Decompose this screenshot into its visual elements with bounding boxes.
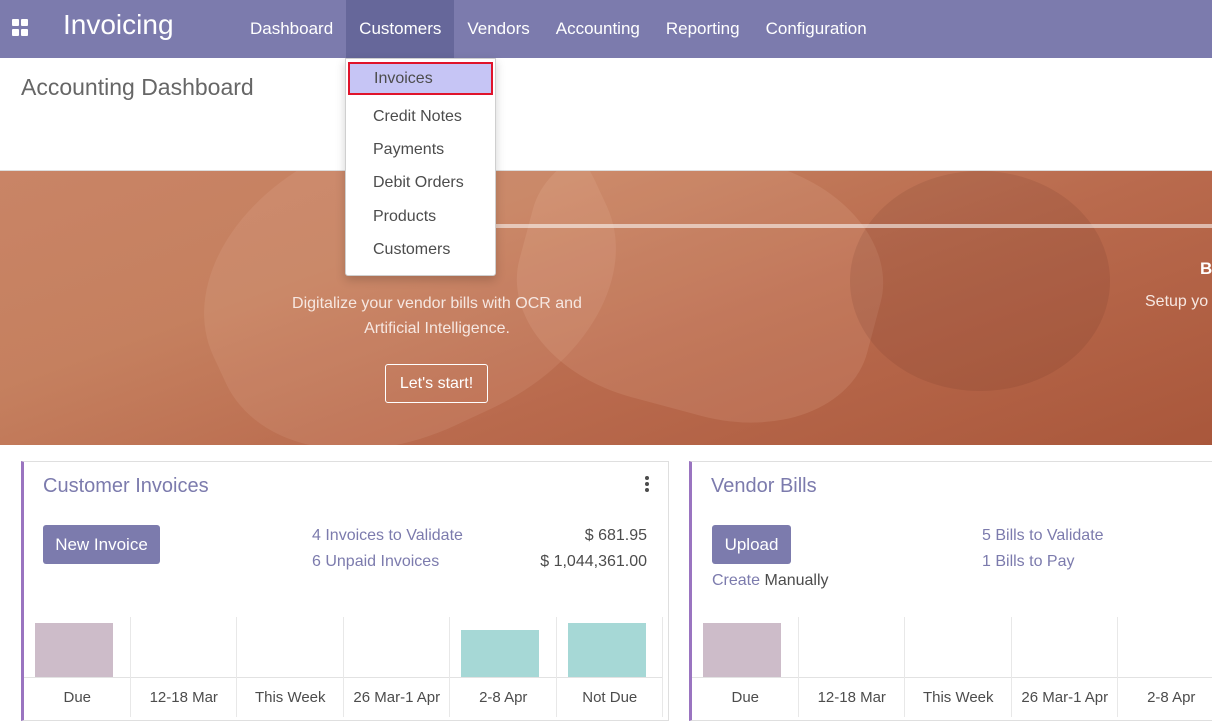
card-title[interactable]: Vendor Bills [711, 475, 817, 498]
chart-x-label: Due [63, 689, 92, 706]
invoices-to-validate-amount: $ 681.95 [584, 527, 647, 544]
bills-to-pay-link[interactable]: 1 Bills to Pay [982, 553, 1074, 571]
menu-vendors[interactable]: Vendors [454, 0, 542, 58]
banner-step-description: Setup yo [1145, 293, 1209, 310]
chart-column[interactable]: 12-18 Mar [131, 617, 237, 717]
chart-x-label: 2-8 Apr [1147, 689, 1196, 706]
customers-dropdown-menu: Invoices Credit Notes Payments Debit Ord… [345, 58, 496, 276]
create-link[interactable]: Create [712, 572, 760, 589]
card-title[interactable]: Customer Invoices [43, 475, 209, 498]
chart-column[interactable]: Due [692, 617, 799, 717]
chart-x-label: This Week [922, 689, 994, 706]
chart-column[interactable]: 26 Mar-1 Apr [1012, 617, 1118, 717]
chart-x-label: 2-8 Apr [479, 689, 528, 706]
banner-step-title: B [1200, 259, 1212, 278]
chart-column[interactable]: Not Due [557, 617, 663, 717]
menu-reporting[interactable]: Reporting [653, 0, 753, 58]
chart-x-label: This Week [254, 689, 326, 706]
dropdown-item-products[interactable]: Products [346, 200, 495, 233]
banner-description: Digitalize your vendor bills with OCR an… [292, 295, 582, 337]
chart-bar[interactable] [35, 623, 113, 677]
chart-x-label: Due [731, 689, 760, 706]
dropdown-item-invoices[interactable]: Invoices [348, 62, 493, 95]
chart-bar[interactable] [703, 623, 781, 677]
page-title: Accounting Dashboard [21, 74, 254, 100]
lets-start-button[interactable]: Let's start! [385, 364, 488, 403]
chart-x-label: 26 Mar-1 Apr [353, 689, 441, 706]
dropdown-item-customers[interactable]: Customers [346, 233, 495, 266]
menu-configuration[interactable]: Configuration [753, 0, 880, 58]
chart-column[interactable]: This Week [237, 617, 344, 717]
chart-column[interactable]: This Week [905, 617, 1012, 717]
top-navbar: Invoicing Dashboard Customers Vendors Ac… [0, 0, 1212, 58]
chart-x-label: 26 Mar-1 Apr [1021, 689, 1109, 706]
unpaid-invoices-link[interactable]: 6 Unpaid Invoices [312, 553, 439, 571]
new-invoice-button[interactable]: New Invoice [43, 525, 160, 564]
dropdown-item-debit-orders[interactable]: Debit Orders [346, 166, 495, 199]
chart-column[interactable]: 2-8 Apr [1118, 617, 1212, 717]
customer-invoices-card: Customer Invoices New Invoice 4 Invoices… [21, 461, 669, 721]
chart-bar[interactable] [567, 623, 646, 677]
unpaid-invoices-amount: $ 1,044,361.00 [540, 553, 647, 570]
customer-invoices-chart[interactable]: Due 12-18 Mar This Week 26 Mar-1 Apr 2-8 Apr… [24, 617, 669, 717]
vendor-bills-card: Vendor Bills Upload Create Manually 5 Bi… [689, 461, 1212, 721]
dropdown-item-payments[interactable]: Payments [346, 133, 495, 166]
menu-accounting[interactable]: Accounting [543, 0, 653, 58]
menu-dashboard[interactable]: Dashboard [237, 0, 346, 58]
app-name: Invoicing [63, 9, 174, 40]
banner-background-shape [850, 171, 1110, 391]
menu-customers[interactable]: Customers [346, 0, 455, 58]
create-manually: Create Manually [712, 572, 829, 590]
bills-to-validate-link[interactable]: 5 Bills to Validate [982, 527, 1104, 545]
banner-step-connector [470, 224, 1212, 228]
chart-bar[interactable] [461, 630, 539, 677]
chart-x-label: 12-18 Mar [817, 689, 886, 706]
chart-column[interactable]: 12-18 Mar [799, 617, 905, 717]
onboarding-banner: Digitalize your vendor bills with OCR an… [0, 171, 1212, 445]
chart-column[interactable]: 26 Mar-1 Apr [344, 617, 450, 717]
apps-grid-icon[interactable] [12, 19, 30, 37]
chart-column[interactable]: 2-8 Apr [450, 617, 557, 717]
chart-x-label: Not Due [582, 689, 638, 706]
vendor-bills-chart[interactable]: Due 12-18 Mar This Week 26 Mar-1 Apr 2-8 Apr [692, 617, 1212, 717]
main-menu: Dashboard Customers Vendors Accounting R… [237, 0, 880, 58]
manually-label: Manually [764, 572, 829, 589]
kebab-menu-icon[interactable] [645, 476, 649, 492]
upload-button[interactable]: Upload [712, 525, 791, 564]
chart-column[interactable]: Due [24, 617, 131, 717]
invoices-to-validate-link[interactable]: 4 Invoices to Validate [312, 527, 463, 545]
dropdown-item-credit-notes[interactable]: Credit Notes [346, 100, 495, 133]
chart-x-label: 12-18 Mar [149, 689, 218, 706]
